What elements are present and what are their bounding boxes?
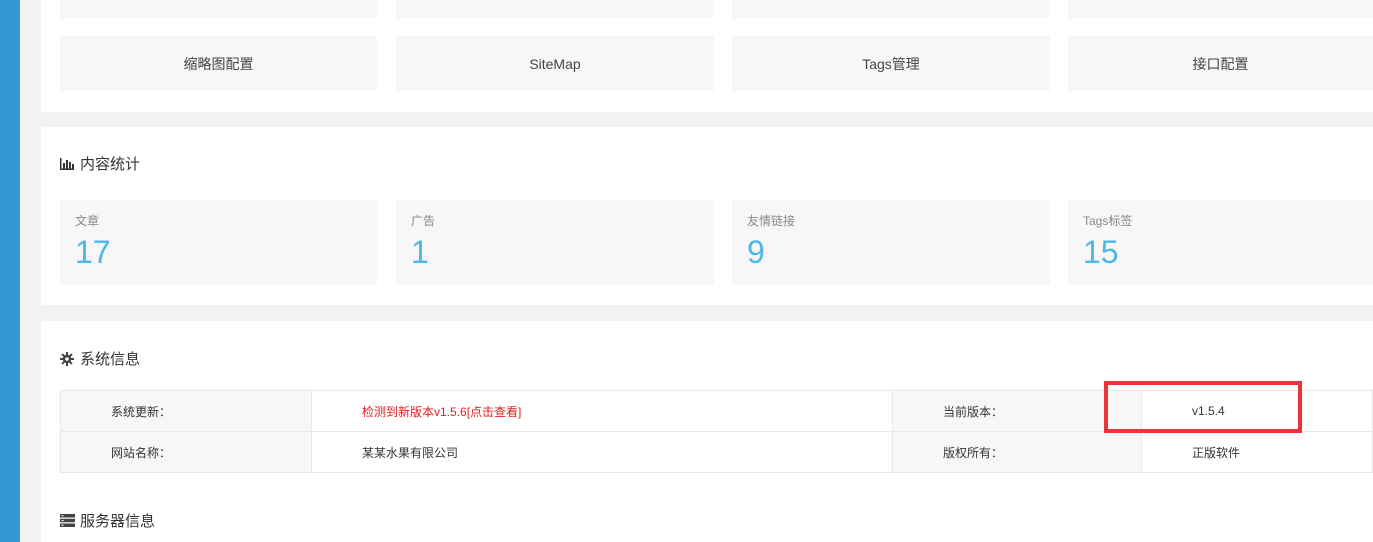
bar-chart-icon <box>60 157 74 171</box>
stat-card-articles[interactable]: 文章 17 <box>60 200 377 285</box>
sitemap-button[interactable]: SiteMap <box>396 36 714 91</box>
table-row: 网站名称： 某某水果有限公司 版权所有： 正版软件 <box>60 431 1373 473</box>
section-title: 系统信息 <box>80 351 141 368</box>
stat-label: 友情链接 <box>747 214 796 228</box>
stat-card-ads[interactable]: 广告 1 <box>396 200 714 285</box>
section-title: 服务器信息 <box>80 513 156 530</box>
table-cell-label: 系统更新： <box>60 390 312 432</box>
new-version-link[interactable]: 检测到新版本v1.5.6[点击查看] <box>362 405 521 419</box>
table-cell-label: 版权所有： <box>892 431 1142 473</box>
quick-link-tile-partial[interactable] <box>1068 0 1373 18</box>
quick-link-tile-partial[interactable] <box>732 0 1050 18</box>
copyright-label: 版权所有： <box>943 445 1004 460</box>
stat-label: 广告 <box>411 214 436 228</box>
stat-label: 文章 <box>75 214 100 228</box>
stat-label: Tags标签 <box>1083 214 1133 228</box>
quick-link-label: 缩略图配置 <box>183 55 254 72</box>
quick-link-tile-partial[interactable] <box>60 0 377 18</box>
stat-value: 9 <box>747 234 765 270</box>
quick-link-label: Tags管理 <box>862 55 920 72</box>
quick-links-panel: 缩略图配置 SiteMap Tags管理 接口配置 <box>41 0 1373 112</box>
stat-value: 17 <box>75 234 111 270</box>
sidebar-strip <box>0 0 20 542</box>
server-info-heading: 服务器信息 <box>60 510 155 531</box>
current-version-label: 当前版本： <box>943 404 1004 419</box>
highlight-box <box>1104 381 1302 433</box>
api-config-button[interactable]: 接口配置 <box>1068 36 1373 91</box>
table-cell-value: 某某水果有限公司 <box>311 431 893 473</box>
section-title: 内容统计 <box>80 156 141 173</box>
content-stats-panel: 内容统计 文章 17 广告 1 友情链接 9 Tags标签 15 <box>41 127 1373 305</box>
update-label: 系统更新： <box>111 404 172 419</box>
site-name-value: 某某水果有限公司 <box>362 445 459 460</box>
content-stats-heading: 内容统计 <box>60 153 140 174</box>
copyright-value: 正版软件 <box>1192 445 1241 460</box>
system-info-heading: 系统信息 <box>60 348 140 369</box>
table-cell-value: 检测到新版本v1.5.6[点击查看] <box>311 390 893 432</box>
quick-link-label: 接口配置 <box>1192 55 1249 72</box>
site-name-label: 网站名称： <box>111 445 172 460</box>
server-icon <box>60 513 75 528</box>
stat-value: 1 <box>411 234 429 270</box>
tags-manage-button[interactable]: Tags管理 <box>732 36 1050 91</box>
thumbnail-config-button[interactable]: 缩略图配置 <box>60 36 377 91</box>
stat-value: 15 <box>1083 234 1119 270</box>
gear-icon <box>60 351 74 366</box>
quick-link-label: SiteMap <box>529 55 581 72</box>
quick-link-tile-partial[interactable] <box>396 0 714 18</box>
table-cell-label: 网站名称： <box>60 431 312 473</box>
table-cell-value: 正版软件 <box>1141 431 1373 473</box>
stat-card-friend-links[interactable]: 友情链接 9 <box>732 200 1050 285</box>
stat-card-tags[interactable]: Tags标签 15 <box>1068 200 1373 285</box>
